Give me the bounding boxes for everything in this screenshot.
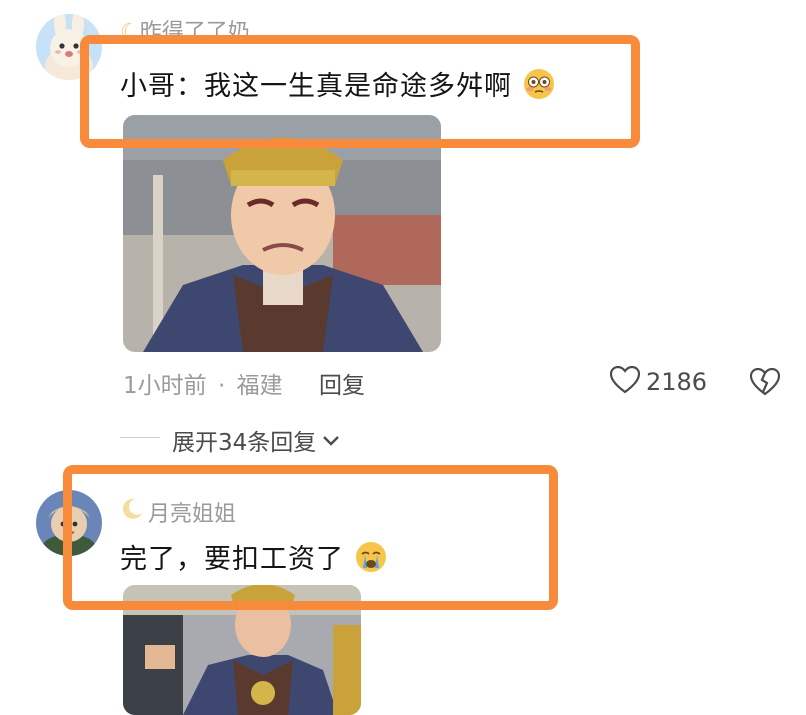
expand-replies-button[interactable]: 展开34条回复 xyxy=(172,423,340,457)
like-button[interactable]: 2186 xyxy=(609,365,708,398)
dislike-button[interactable] xyxy=(749,367,781,400)
heart-icon xyxy=(609,365,641,398)
meme-image[interactable] xyxy=(123,115,441,352)
chevron-down-icon xyxy=(322,427,340,453)
reply-button[interactable]: 回复 xyxy=(319,366,365,400)
highlight-box xyxy=(80,35,640,148)
highlight-box xyxy=(63,465,558,610)
divider-line xyxy=(120,437,160,438)
comment-meta: 1小时前 · 福建 xyxy=(123,373,283,399)
broken-heart-icon xyxy=(749,367,781,400)
like-count: 2186 xyxy=(646,368,708,396)
